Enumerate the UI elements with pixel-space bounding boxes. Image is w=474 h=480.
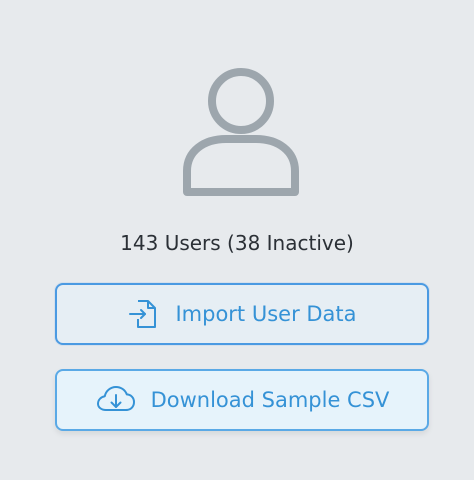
cloud-download-icon [95,383,137,417]
file-import-icon [127,297,161,331]
download-sample-csv-label: Download Sample CSV [150,388,390,412]
import-user-data-label: Import User Data [175,302,357,326]
users-count-text: 143 Users (38 Inactive) [120,231,354,255]
user-icon [183,68,299,196]
import-user-data-button[interactable]: Import User Data [55,283,429,345]
download-sample-csv-button[interactable]: Download Sample CSV [55,369,429,431]
